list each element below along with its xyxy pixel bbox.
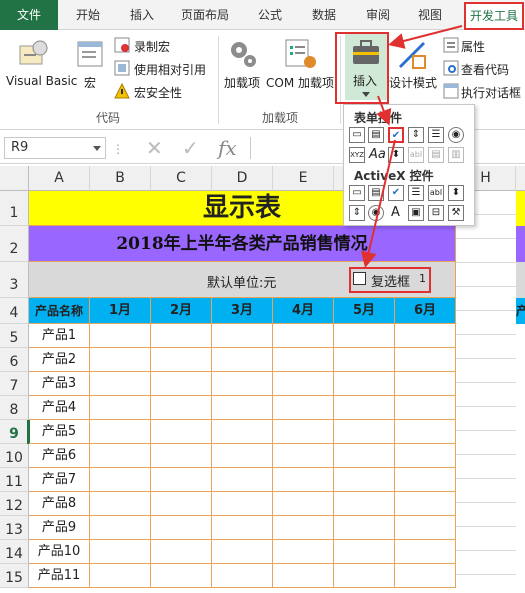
annotation-arrows bbox=[360, 25, 463, 268]
